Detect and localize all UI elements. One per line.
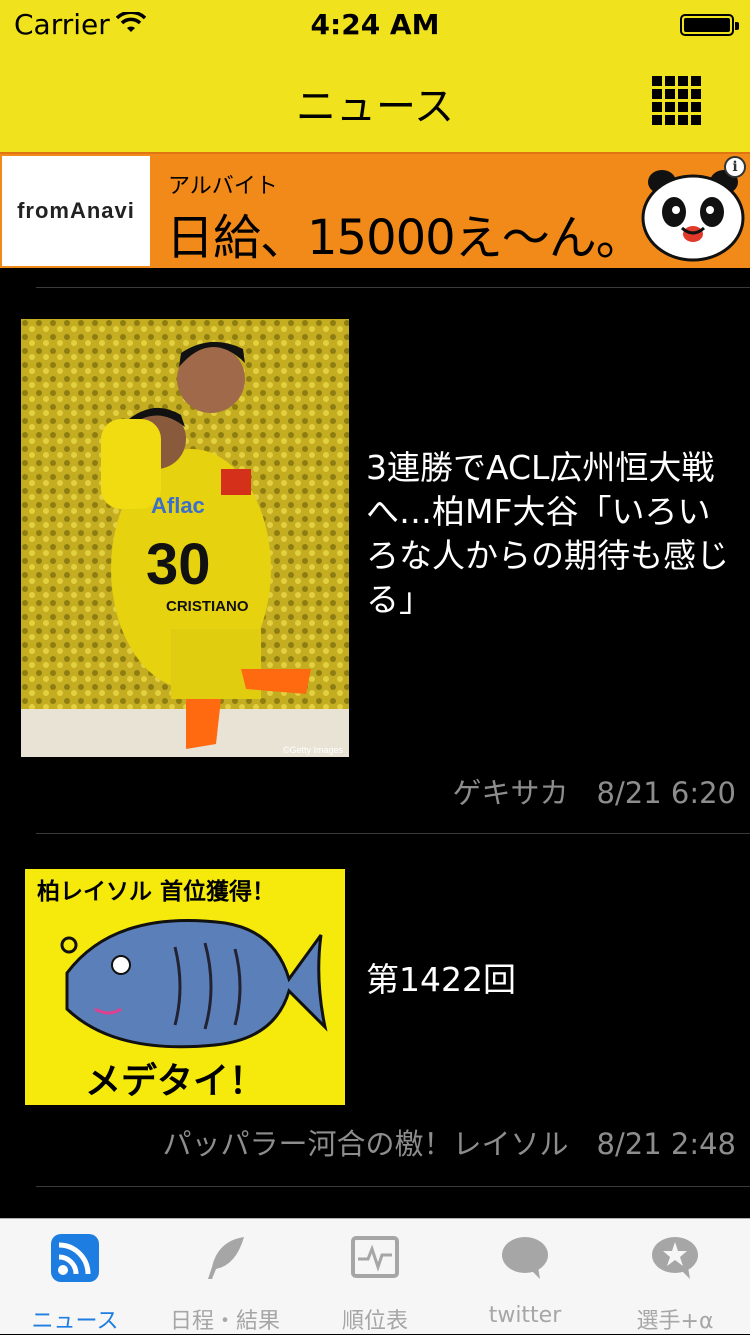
tab-bar: ニュース 日程・結果 順位表 twitter 選手+α: [0, 1218, 750, 1334]
jersey-sponsor: Aflac: [151, 493, 205, 518]
illustration-caption-top: 柏レイソル 首位獲得！: [37, 878, 275, 905]
jersey-name: CRISTIANO: [166, 598, 249, 615]
feather-icon: [208, 1237, 244, 1279]
news-date: 8/21 2:48: [596, 1127, 736, 1161]
jersey-number: 30: [146, 532, 211, 597]
ad-logo-text: fromAnavi: [17, 198, 135, 223]
panda-mascot-icon: [641, 170, 745, 262]
page-title: ニュース: [296, 84, 454, 130]
news-meta: ゲキサカ 8/21 6:20: [453, 770, 736, 812]
list-divider: [36, 833, 750, 834]
tab-label: 選手+α: [636, 1309, 714, 1334]
news-date: 8/21 6:20: [596, 776, 736, 810]
rss-icon: [51, 1234, 99, 1282]
news-meta: パッパラー河合の檄！レイソル 8/21 2:48: [163, 1121, 736, 1163]
battery-icon: [680, 14, 739, 36]
news-source: ゲキサカ: [452, 776, 569, 810]
news-source: パッパラー河合の檄！レイソル: [162, 1127, 569, 1161]
star-bubble-icon: [652, 1237, 698, 1279]
fish-illustration: 柏レイソル 首位獲得！ メデタイ！: [25, 869, 345, 1105]
illustration-caption-bottom: メデタイ！: [85, 1060, 265, 1102]
speech-bubble-icon: [502, 1237, 548, 1279]
chart-monitor-icon: [351, 1236, 399, 1278]
list-divider: [36, 287, 750, 288]
photo-credit: ©Getty Images: [283, 745, 344, 755]
tab-players[interactable]: 選手+α: [600, 1219, 750, 1335]
status-bar: Carrier 4:24 AM: [0, 0, 750, 50]
ad-banner[interactable]: fromAnavi アルバイト 日給、15000え〜ん。 i: [0, 152, 750, 268]
tab-twitter[interactable]: twitter: [450, 1219, 600, 1335]
ad-info-button[interactable]: i: [724, 156, 746, 178]
news-thumbnail: 柏レイソル 首位獲得！ メデタイ！: [25, 869, 345, 1105]
header-bar: Carrier 4:24 AM ニュース: [0, 0, 750, 152]
tab-label: ニュース: [31, 1309, 119, 1334]
tab-standings[interactable]: 順位表: [300, 1219, 450, 1335]
tab-schedule[interactable]: 日程・結果: [150, 1219, 300, 1335]
ad-logo: fromAnavi: [2, 156, 150, 266]
tab-label: 日程・結果: [169, 1309, 280, 1334]
tab-label: 順位表: [341, 1309, 408, 1334]
ad-subtitle: アルバイト: [168, 174, 278, 199]
soccer-photo: 30 CRISTIANO Aflac ©Getty Images: [21, 319, 349, 757]
ad-headline: 日給、15000え〜ん。: [166, 210, 644, 266]
grid-menu-icon[interactable]: [652, 76, 701, 125]
news-thumbnail: 30 CRISTIANO Aflac ©Getty Images: [21, 319, 349, 757]
list-divider: [36, 1186, 750, 1187]
clock: 4:24 AM: [310, 8, 440, 41]
tab-news[interactable]: ニュース: [0, 1219, 150, 1335]
tab-label: twitter: [488, 1303, 562, 1328]
news-title[interactable]: 3連勝でACL広州恒大戦へ…柏MF大谷「いろいろな人からの期待も感じる」: [366, 446, 732, 622]
news-title[interactable]: 第1422回: [366, 958, 732, 1002]
